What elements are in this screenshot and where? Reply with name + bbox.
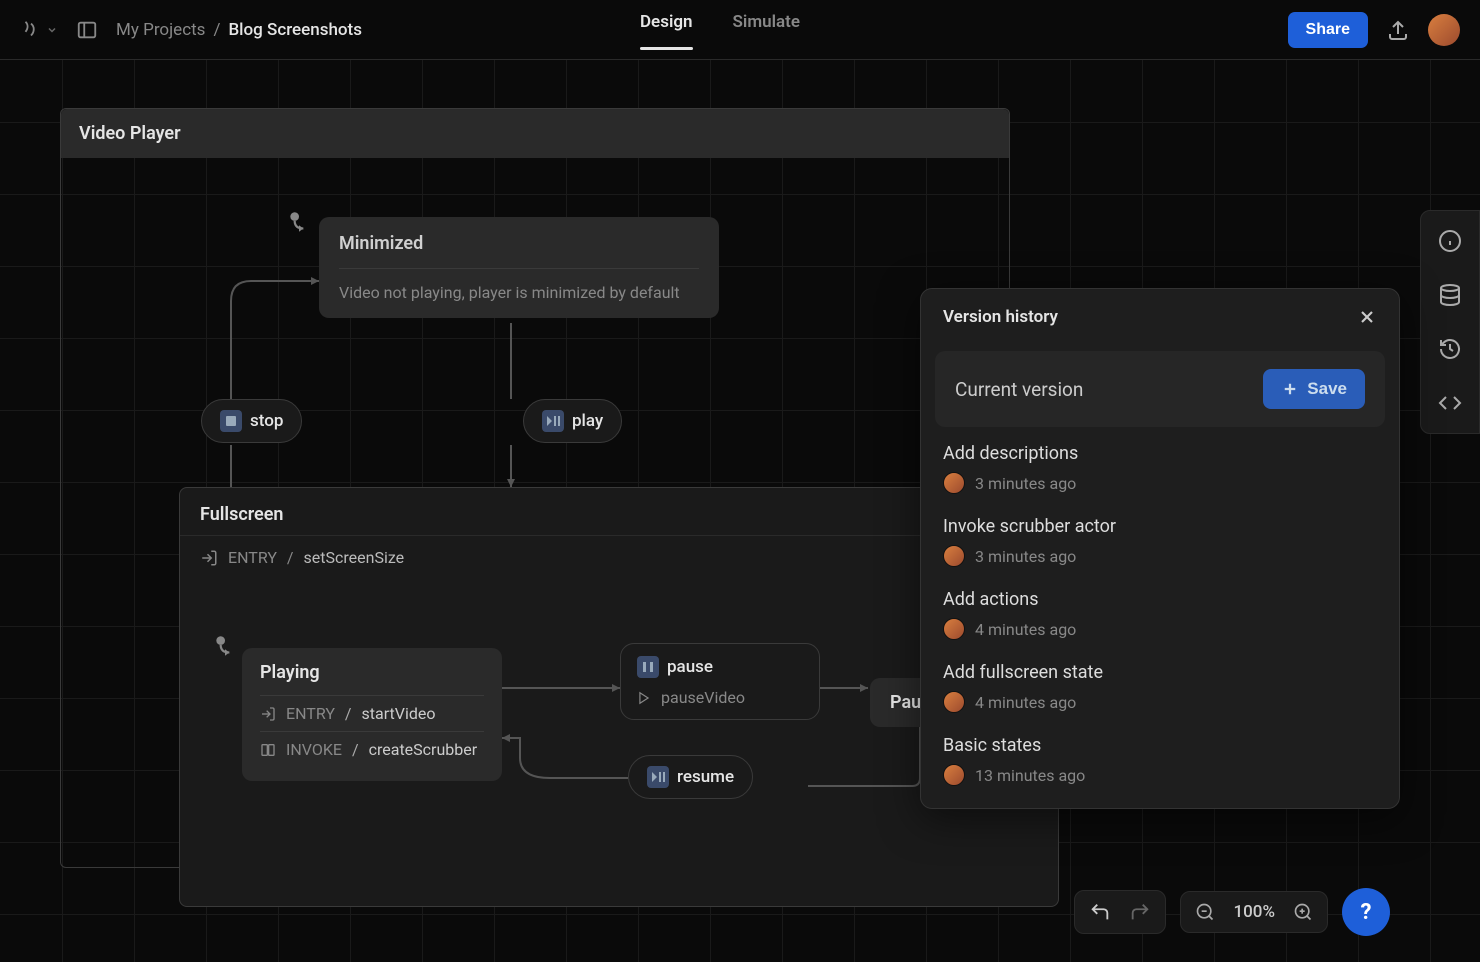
tab-simulate[interactable]: Simulate (733, 12, 800, 48)
undo-button[interactable] (1089, 901, 1111, 923)
version-item[interactable]: Add fullscreen state 4 minutes ago (943, 662, 1377, 713)
state-root-video-player[interactable]: Video Player Minimized Video not playing… (60, 108, 1010, 868)
panel-toggle-button[interactable] (76, 19, 98, 41)
bottom-toolbar: 100% ? (1074, 888, 1390, 936)
database-icon[interactable] (1438, 283, 1462, 307)
play-pause-icon (647, 766, 669, 788)
author-avatar (943, 764, 965, 786)
zoom-in-button[interactable] (1293, 902, 1313, 922)
author-avatar (943, 618, 965, 640)
initial-state-marker (212, 633, 238, 659)
version-item[interactable]: Add actions 4 minutes ago (943, 589, 1377, 640)
transition-resume[interactable]: resume (628, 755, 753, 799)
save-version-button[interactable]: Save (1263, 369, 1365, 409)
invoke-action-row: INVOKE / createScrubber (260, 731, 484, 767)
entry-icon (260, 706, 276, 722)
right-sidebar (1420, 210, 1480, 434)
zoom-level[interactable]: 100% (1233, 902, 1275, 922)
chevron-down-icon (46, 24, 58, 36)
entry-icon (200, 549, 218, 567)
version-item[interactable]: Add descriptions 3 minutes ago (943, 443, 1377, 494)
author-avatar (943, 545, 965, 567)
share-button[interactable]: Share (1288, 12, 1368, 48)
transition-stop[interactable]: stop (201, 399, 302, 443)
app-logo[interactable] (20, 19, 58, 41)
panel-title: Version history (943, 307, 1058, 327)
code-icon[interactable] (1438, 391, 1462, 415)
transition-pause[interactable]: pause pauseVideo (620, 643, 820, 720)
state-description: Video not playing, player is minimized b… (339, 268, 699, 302)
history-icon[interactable] (1438, 337, 1462, 361)
state-title: Playing (260, 662, 484, 683)
transition-play[interactable]: play (523, 399, 622, 443)
breadcrumb: My Projects / Blog Screenshots (116, 20, 362, 40)
redo-button[interactable] (1129, 901, 1151, 923)
entry-action-row: ENTRY / startVideo (260, 695, 484, 731)
state-minimized[interactable]: Minimized Video not playing, player is m… (319, 217, 719, 318)
play-pause-icon (542, 410, 564, 432)
canvas[interactable]: Video Player Minimized Video not playing… (0, 60, 1480, 962)
help-button[interactable]: ? (1342, 888, 1390, 936)
play-outline-icon (637, 691, 651, 705)
plus-icon (1281, 380, 1299, 398)
close-icon[interactable] (1357, 307, 1377, 327)
version-item[interactable]: Invoke scrubber actor 3 minutes ago (943, 516, 1377, 567)
mode-tabs: Design Simulate (640, 12, 800, 48)
info-icon[interactable] (1438, 229, 1462, 253)
export-icon[interactable] (1386, 18, 1410, 42)
zoom-out-button[interactable] (1195, 902, 1215, 922)
version-list: Add descriptions 3 minutes ago Invoke sc… (921, 433, 1399, 808)
version-history-panel: Version history Current version Save Add… (920, 288, 1400, 809)
state-playing[interactable]: Playing ENTRY / startVideo INVOKE / crea… (242, 648, 502, 781)
state-title: Minimized (339, 233, 699, 254)
breadcrumb-current[interactable]: Blog Screenshots (228, 20, 362, 40)
stop-icon (220, 410, 242, 432)
transition-action-row: pauseVideo (637, 688, 803, 707)
tab-design[interactable]: Design (640, 12, 693, 48)
breadcrumb-root[interactable]: My Projects (116, 20, 205, 40)
pause-icon (637, 656, 659, 678)
current-version-row[interactable]: Current version Save (935, 351, 1385, 427)
user-avatar[interactable] (1428, 14, 1460, 46)
author-avatar (943, 691, 965, 713)
version-item[interactable]: Basic states 13 minutes ago (943, 735, 1377, 786)
initial-state-marker (286, 209, 312, 235)
author-avatar (943, 472, 965, 494)
state-root-title: Video Player (61, 109, 1009, 158)
topbar: My Projects / Blog Screenshots Design Si… (0, 0, 1480, 60)
invoke-icon (260, 742, 276, 758)
